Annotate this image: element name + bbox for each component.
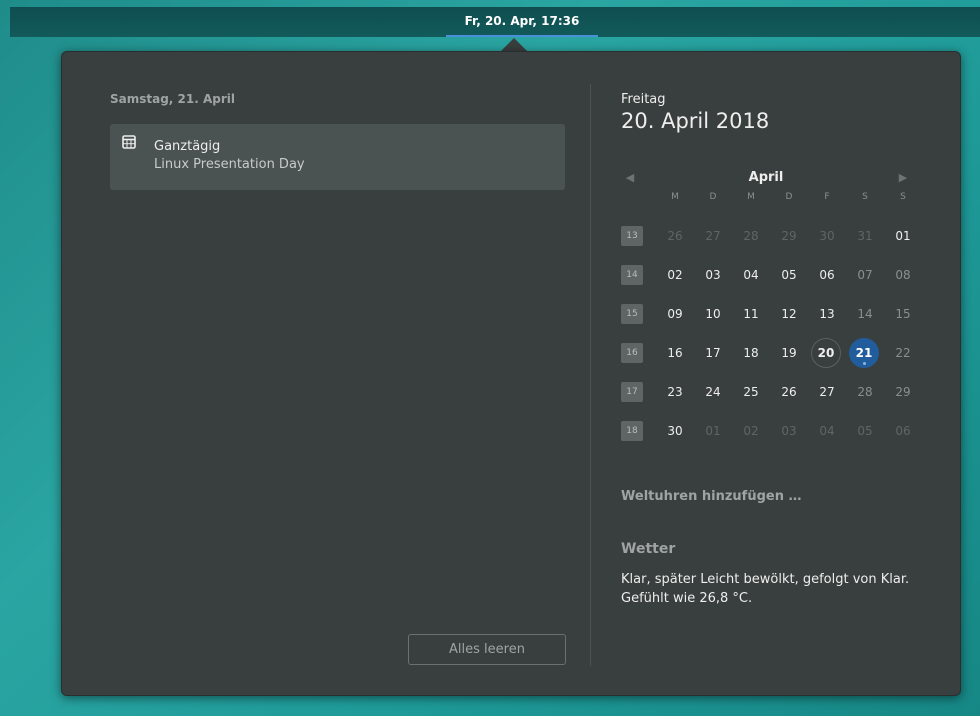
calendar-day[interactable]: 05 [773, 260, 805, 290]
calendar-column: Freitag 20. April 2018 ◀ April ▶ M D M D… [621, 92, 921, 682]
column-divider [590, 84, 591, 666]
calendar-day[interactable]: 18 [735, 338, 767, 368]
calendar-week-row: 13 26 27 28 29 30 31 01 [621, 221, 921, 251]
calendar-day-today[interactable]: 20 [811, 338, 841, 368]
calendar-day[interactable]: 16 [659, 338, 691, 368]
calendar-day[interactable]: 02 [735, 416, 767, 446]
clear-all-button[interactable]: Alles leeren [408, 634, 566, 665]
weather-description: Klar, später Leicht bewölkt, gefolgt von… [621, 572, 910, 606]
calendar-day-selected-label: 21 [855, 346, 873, 360]
notification-list: Samstag, 21. April Ganztägig Linux Prese… [110, 92, 566, 682]
calendar-day[interactable]: 01 [697, 416, 729, 446]
weather-title: Wetter [621, 541, 676, 557]
calendar-day[interactable]: 24 [697, 377, 729, 407]
calendar-day[interactable]: 30 [811, 221, 843, 251]
calendar-day[interactable]: 10 [697, 299, 729, 329]
week-number: 17 [621, 382, 643, 402]
calendar-week-row: 18 30 01 02 03 04 05 06 [621, 416, 921, 446]
calendar-day[interactable]: 29 [887, 377, 919, 407]
calendar-day[interactable]: 14 [849, 299, 881, 329]
calendar-day[interactable]: 23 [659, 377, 691, 407]
event-title: Linux Presentation Day [154, 157, 305, 172]
calendar-day[interactable]: 01 [887, 221, 919, 251]
calendar-day[interactable]: 13 [811, 299, 843, 329]
day-header: F [824, 192, 830, 202]
week-number: 13 [621, 226, 643, 246]
day-header: D [709, 192, 717, 202]
week-number: 16 [621, 343, 643, 363]
week-number: 14 [621, 265, 643, 285]
calendar-day[interactable]: 26 [659, 221, 691, 251]
calendar-day[interactable]: 25 [735, 377, 767, 407]
calendar-day[interactable]: 04 [735, 260, 767, 290]
day-header: S [900, 192, 906, 202]
calendar-day[interactable]: 06 [887, 416, 919, 446]
calendar-day[interactable]: 04 [811, 416, 843, 446]
current-weekday: Freitag [621, 92, 666, 107]
calendar-day[interactable]: 09 [659, 299, 691, 329]
calendar-week-row: 14 02 03 04 05 06 07 08 [621, 260, 921, 290]
event-dot-icon [862, 362, 866, 365]
event-day-title: Samstag, 21. April [110, 92, 236, 106]
calendar-week-row: 16 16 17 18 19 20 21 22 [621, 338, 921, 368]
event-item[interactable]: Ganztägig Linux Presentation Day [110, 124, 565, 190]
day-header: M [671, 192, 679, 202]
calendar-popup: Samstag, 21. April Ganztägig Linux Prese… [61, 51, 961, 696]
event-text: Ganztägig Linux Presentation Day [154, 138, 305, 174]
calendar-day-selected[interactable]: 21 [849, 338, 879, 368]
calendar-week-row: 15 09 10 11 12 13 14 15 [621, 299, 921, 329]
calendar-day[interactable]: 05 [849, 416, 881, 446]
calendar-day[interactable]: 07 [849, 260, 881, 290]
calendar-day[interactable]: 30 [659, 416, 691, 446]
calendar-day[interactable]: 06 [811, 260, 843, 290]
current-date: 20. April 2018 [621, 109, 770, 133]
add-world-clocks-link[interactable]: Weltuhren hinzufügen … [621, 489, 801, 504]
day-header: M [747, 192, 755, 202]
calendar-day[interactable]: 12 [773, 299, 805, 329]
day-header: S [862, 192, 868, 202]
calendar-day[interactable]: 11 [735, 299, 767, 329]
calendar-day[interactable]: 02 [659, 260, 691, 290]
event-time: Ganztägig [154, 139, 221, 154]
day-header: D [785, 192, 793, 202]
calendar-day[interactable]: 28 [735, 221, 767, 251]
calendar-day[interactable]: 22 [887, 338, 919, 368]
calendar-day[interactable]: 29 [773, 221, 805, 251]
top-bar: Fr, 20. Apr, 17:36 [10, 7, 980, 37]
calendar-icon [122, 135, 136, 149]
popup-arrow [500, 38, 528, 52]
clock-button[interactable]: Fr, 20. Apr, 17:36 [446, 7, 598, 37]
calendar-day[interactable]: 27 [811, 377, 843, 407]
calendar-day[interactable]: 27 [697, 221, 729, 251]
calendar-week-row: 17 23 24 25 26 27 28 29 [621, 377, 921, 407]
day-header-row: M D M D F S S [621, 182, 921, 212]
calendar-day[interactable]: 08 [887, 260, 919, 290]
calendar-day[interactable]: 19 [773, 338, 805, 368]
week-number: 18 [621, 421, 643, 441]
calendar-day[interactable]: 17 [697, 338, 729, 368]
calendar-day[interactable]: 31 [849, 221, 881, 251]
calendar-day[interactable]: 28 [849, 377, 881, 407]
calendar-day[interactable]: 03 [773, 416, 805, 446]
calendar-day[interactable]: 26 [773, 377, 805, 407]
week-number: 15 [621, 304, 643, 324]
calendar-day[interactable]: 15 [887, 299, 919, 329]
calendar-day[interactable]: 03 [697, 260, 729, 290]
